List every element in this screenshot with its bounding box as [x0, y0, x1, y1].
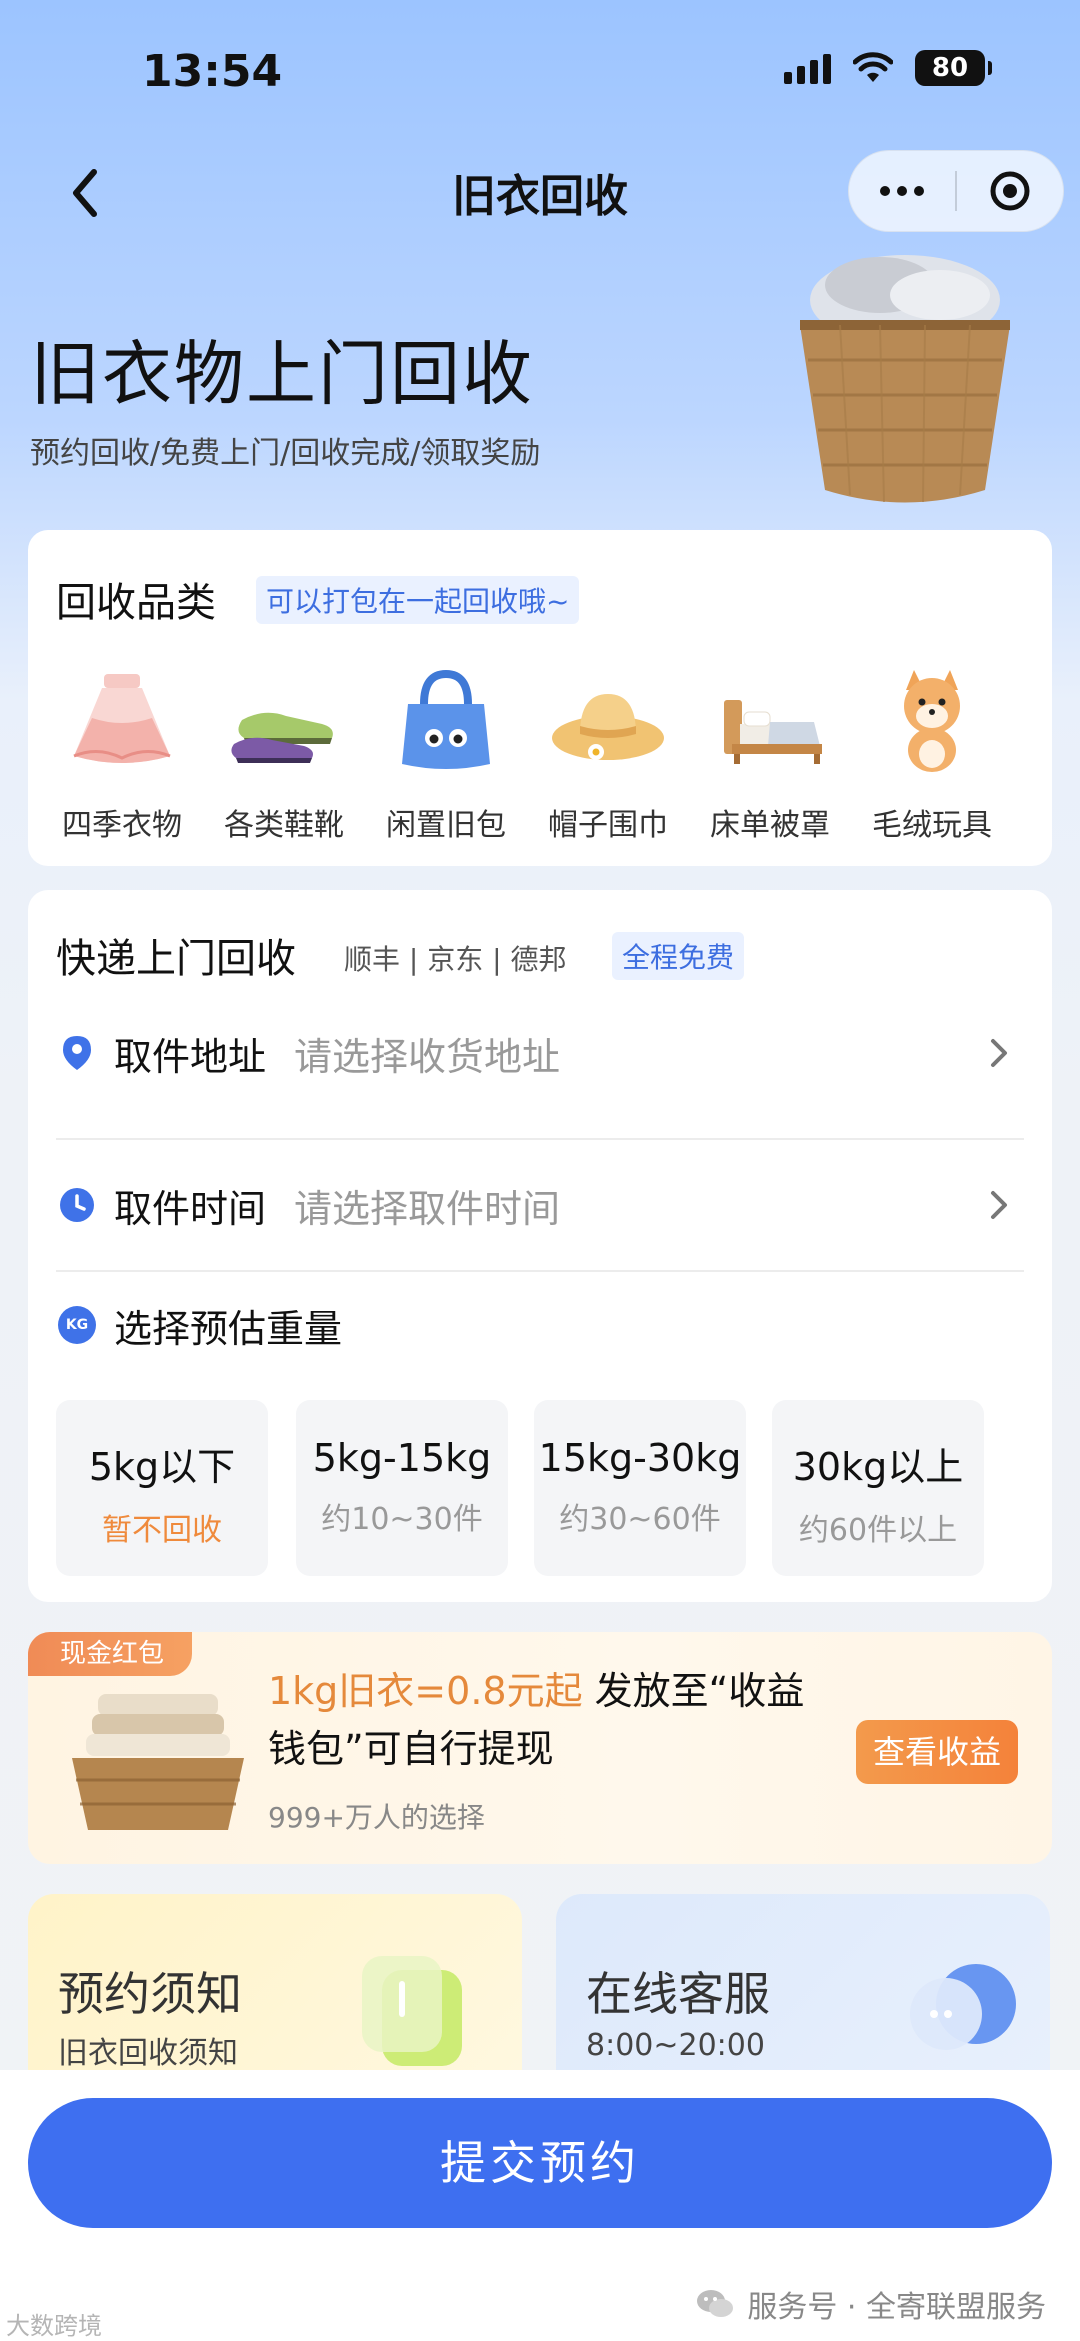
bag-icon	[386, 660, 506, 780]
reward-subtext: 999+万人的选择	[268, 1801, 485, 1834]
express-title: 快递上门回收	[56, 936, 296, 982]
status-time: 13:54	[142, 46, 283, 97]
weight-title: 选择预估重量	[114, 1306, 343, 1351]
weight-value: 5kg以下	[88, 1445, 236, 1489]
address-placeholder: 请选择收货地址	[294, 1034, 561, 1079]
weight-value: 15kg-30kg	[538, 1436, 742, 1480]
category-item[interactable]: 床单被罩	[690, 660, 850, 844]
divider	[56, 1270, 1024, 1272]
category-label: 毛绒玩具	[872, 808, 992, 843]
submit-booking-button[interactable]: 提交预约	[28, 2098, 1052, 2228]
express-pickup-card: 快递上门回收 顺丰 | 京东 | 德邦 全程免费 取件地址 请选择收货地址 取件…	[28, 890, 1052, 1602]
wechat-icon	[697, 2290, 734, 2317]
booking-notice-tile[interactable]: 预约须知 旧衣回收须知	[28, 1894, 522, 2094]
bed-icon	[710, 660, 830, 780]
category-label: 各类鞋靴	[224, 808, 344, 843]
more-icon[interactable]	[849, 150, 955, 232]
online-service-tile[interactable]: 在线客服 8:00~20:00	[556, 1894, 1050, 2094]
category-item[interactable]: 四季衣物	[42, 660, 202, 844]
category-label: 帽子围巾	[548, 808, 668, 843]
category-card: 回收品类 可以打包在一起回收哦~ 四季衣物 各类鞋靴 闲置旧包 帽子围巾 床单被…	[28, 530, 1052, 866]
watermark-left: 大数跨境	[6, 2312, 102, 2340]
chat-bubble-icon	[910, 1964, 1016, 2050]
status-bar: 13:54 80	[0, 0, 1080, 140]
mini-program-capsule	[848, 150, 1064, 232]
service-hours: 8:00~20:00	[586, 2028, 765, 2063]
weight-title-row: KG 选择预估重量	[56, 1290, 342, 1360]
time-label: 取件时间	[114, 1186, 267, 1231]
wifi-icon	[853, 52, 893, 82]
pickup-time-row[interactable]: 取件时间 请选择取件时间	[56, 1140, 1024, 1270]
weight-option[interactable]: 5kg-15kg 约10~30件	[296, 1400, 508, 1576]
plush-toy-icon	[872, 660, 992, 780]
category-item[interactable]: 帽子围巾	[528, 660, 688, 844]
category-item[interactable]: 各类鞋靴	[204, 660, 364, 844]
category-label: 四季衣物	[62, 808, 182, 843]
cash-reward-banner[interactable]: 现金红包 1kg旧衣=0.8元起 发放至“收益钱包”可自行提现 999+万人的选…	[28, 1632, 1052, 1864]
notice-title: 预约须知	[58, 1967, 242, 2021]
shoes-icon	[224, 660, 344, 780]
notice-icon	[362, 1956, 462, 2066]
weight-sub: 约10~30件	[321, 1502, 483, 1537]
carriers-text: 顺丰 | 京东 | 德邦	[344, 943, 567, 976]
signal-icon	[784, 52, 831, 84]
time-placeholder: 请选择取件时间	[294, 1186, 561, 1231]
kg-icon: KG	[58, 1306, 96, 1344]
battery-icon: 80	[915, 50, 992, 86]
category-title: 回收品类	[56, 580, 216, 626]
weight-sub: 约60件以上	[798, 1513, 958, 1548]
weight-option[interactable]: 15kg-30kg 约30~60件	[534, 1400, 746, 1576]
reward-text: 1kg旧衣=0.8元起 发放至“收益钱包”可自行提现	[268, 1662, 828, 1778]
clock-icon	[58, 1186, 96, 1224]
watermark-right: 服务号 · 全寄联盟服务	[695, 2282, 1046, 2326]
weight-sub: 暂不回收	[102, 1513, 222, 1548]
service-title: 在线客服	[586, 1967, 770, 2021]
watermark-right-text: 服务号 · 全寄联盟服务	[747, 2290, 1046, 2325]
reward-tag: 现金红包	[28, 1632, 193, 1676]
free-tag: 全程免费	[612, 932, 745, 980]
chevron-right-icon	[991, 1191, 1007, 1219]
chevron-right-icon	[991, 1039, 1007, 1067]
hero-title: 旧衣物上门回收	[30, 333, 534, 415]
clothes-basket-image	[72, 1694, 244, 1830]
weight-value: 30kg以上	[792, 1445, 964, 1489]
weight-option[interactable]: 5kg以下 暂不回收	[56, 1400, 268, 1576]
hat-icon	[548, 660, 668, 780]
category-item[interactable]: 毛绒玩具	[852, 660, 1012, 844]
address-label: 取件地址	[114, 1034, 267, 1079]
category-label: 闲置旧包	[386, 808, 506, 843]
category-tag: 可以打包在一起回收哦~	[256, 576, 580, 624]
category-item[interactable]: 闲置旧包	[366, 660, 526, 844]
hero-subtitle: 预约回收/免费上门/回收完成/领取奖励	[30, 436, 541, 471]
weight-sub: 约30~60件	[559, 1502, 721, 1537]
weight-option[interactable]: 30kg以上 约60件以上	[772, 1400, 984, 1576]
notice-subtitle: 旧衣回收须知	[58, 2036, 238, 2071]
skirt-icon	[62, 660, 182, 780]
pickup-address-row[interactable]: 取件地址 请选择收货地址	[56, 988, 1024, 1118]
category-label: 床单被罩	[710, 808, 830, 843]
laundry-basket-image	[800, 255, 1010, 503]
reward-highlight: 1kg旧衣=0.8元起	[268, 1669, 583, 1713]
view-earnings-button[interactable]: 查看收益	[856, 1720, 1018, 1784]
close-target-icon[interactable]	[957, 150, 1063, 232]
status-icons: 80	[784, 50, 992, 86]
weight-value: 5kg-15kg	[312, 1436, 492, 1480]
location-pin-icon	[58, 1034, 96, 1072]
